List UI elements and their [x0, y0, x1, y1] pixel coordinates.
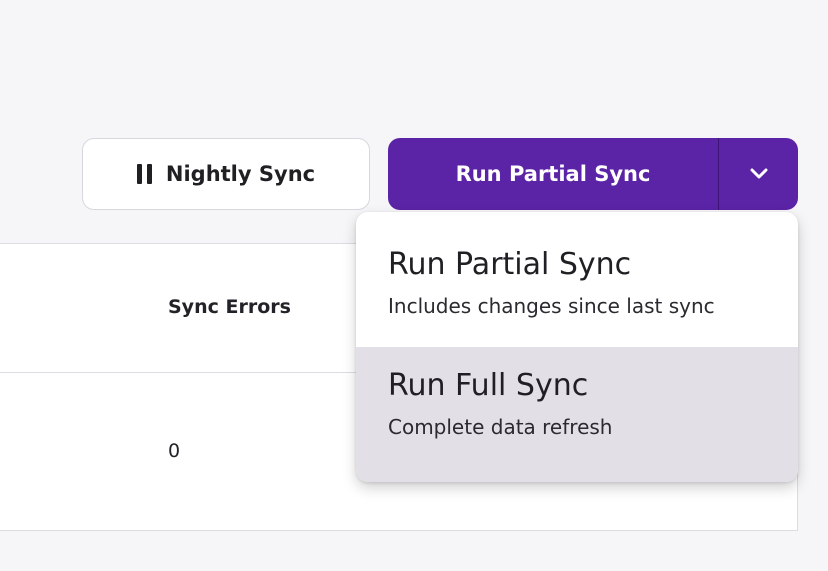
table-cell-sync-errors: 0: [168, 440, 181, 462]
menu-item-description: Complete data refresh: [388, 415, 613, 439]
menu-item-title: Run Full Sync: [388, 368, 589, 403]
run-sync-split-button: Run Partial Sync: [388, 138, 798, 210]
menu-item-run-full-sync[interactable]: Run Full Sync Complete data refresh: [356, 347, 798, 482]
menu-item-run-partial-sync[interactable]: Run Partial Sync Includes changes since …: [356, 212, 798, 347]
nightly-sync-pause-button[interactable]: Nightly Sync: [82, 138, 370, 210]
run-partial-sync-button[interactable]: Run Partial Sync: [388, 138, 718, 210]
sync-options-menu: Run Partial Sync Includes changes since …: [356, 212, 798, 482]
pause-icon: [136, 164, 152, 184]
sync-options-toggle[interactable]: [719, 138, 798, 210]
nightly-sync-label: Nightly Sync: [165, 162, 316, 186]
menu-item-description: Includes changes since last sync: [388, 294, 715, 318]
column-header-sync-errors: Sync Errors: [168, 296, 291, 318]
menu-item-title: Run Partial Sync: [388, 247, 632, 282]
chevron-down-icon: [750, 168, 767, 179]
